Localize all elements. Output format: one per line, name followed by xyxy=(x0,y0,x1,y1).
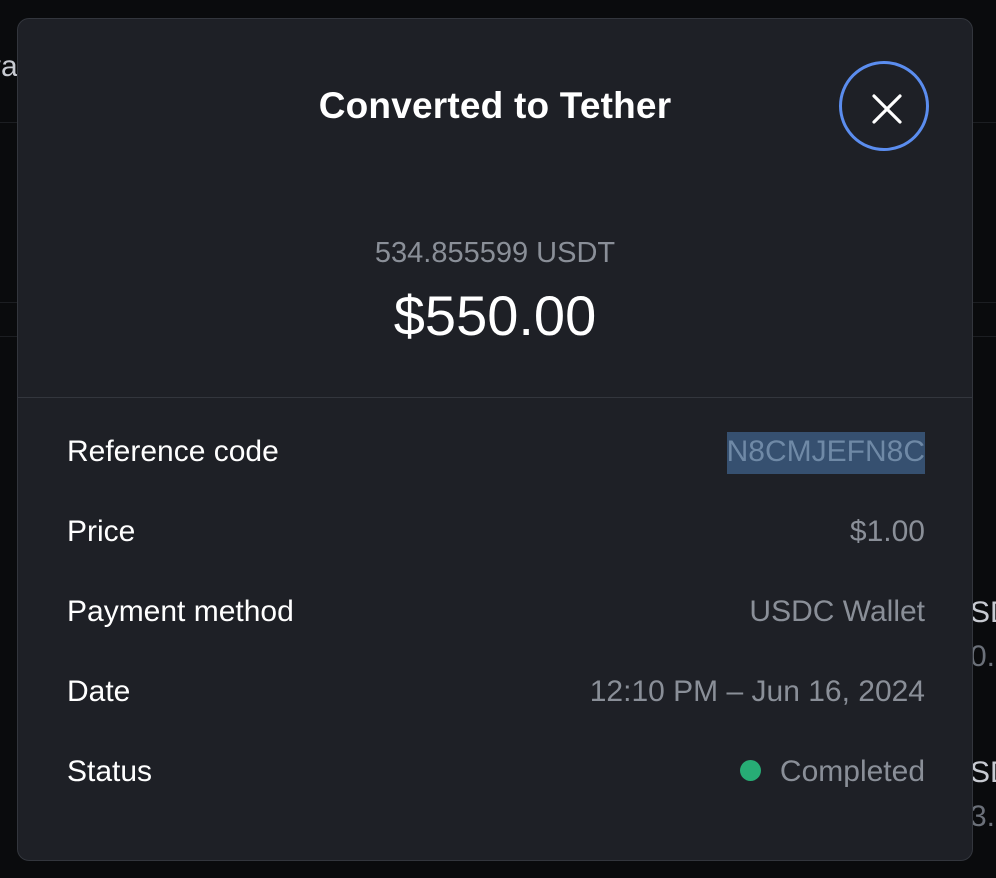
detail-label: Date xyxy=(67,675,131,708)
fiat-amount: $550.00 xyxy=(393,284,597,347)
background-text-fragment: 3.0 xyxy=(970,800,996,833)
date-value: 12:10 PM – Jun 16, 2024 xyxy=(589,675,925,708)
detail-row-reference-code: Reference code N8CMJEFN8C xyxy=(67,429,925,475)
background-text-fragment: 0.0 xyxy=(970,640,996,673)
detail-label: Reference code xyxy=(67,435,279,468)
status-value-container: Completed xyxy=(739,755,925,789)
detail-label: Status xyxy=(67,755,153,788)
background-text-fragment: SD xyxy=(970,756,996,789)
detail-row-price: Price $1.00 xyxy=(67,509,925,555)
background-text-fragment: va xyxy=(0,50,18,83)
detail-label: Payment method xyxy=(67,595,294,628)
status-value: Completed xyxy=(779,755,925,788)
background-text-fragment: SD xyxy=(970,596,996,629)
reference-code-value[interactable]: N8CMJEFN8C xyxy=(726,432,925,474)
modal-title: Converted to Tether xyxy=(318,85,672,126)
crypto-amount: 534.855599 USDT xyxy=(374,237,616,269)
payment-method-value: USDC Wallet xyxy=(749,595,925,628)
status-indicator-icon xyxy=(739,759,761,781)
price-value: $1.00 xyxy=(849,515,925,548)
detail-label: Price xyxy=(67,515,136,548)
detail-row-date: Date 12:10 PM – Jun 16, 2024 xyxy=(67,669,925,715)
detail-row-status: Status Completed xyxy=(67,749,925,795)
close-button[interactable] xyxy=(839,61,929,151)
close-icon xyxy=(872,94,902,124)
detail-row-payment-method: Payment method USDC Wallet xyxy=(67,589,925,635)
transaction-detail-modal: Converted to Tether 534.855599 USDT $550… xyxy=(17,18,973,861)
section-divider xyxy=(18,397,972,398)
